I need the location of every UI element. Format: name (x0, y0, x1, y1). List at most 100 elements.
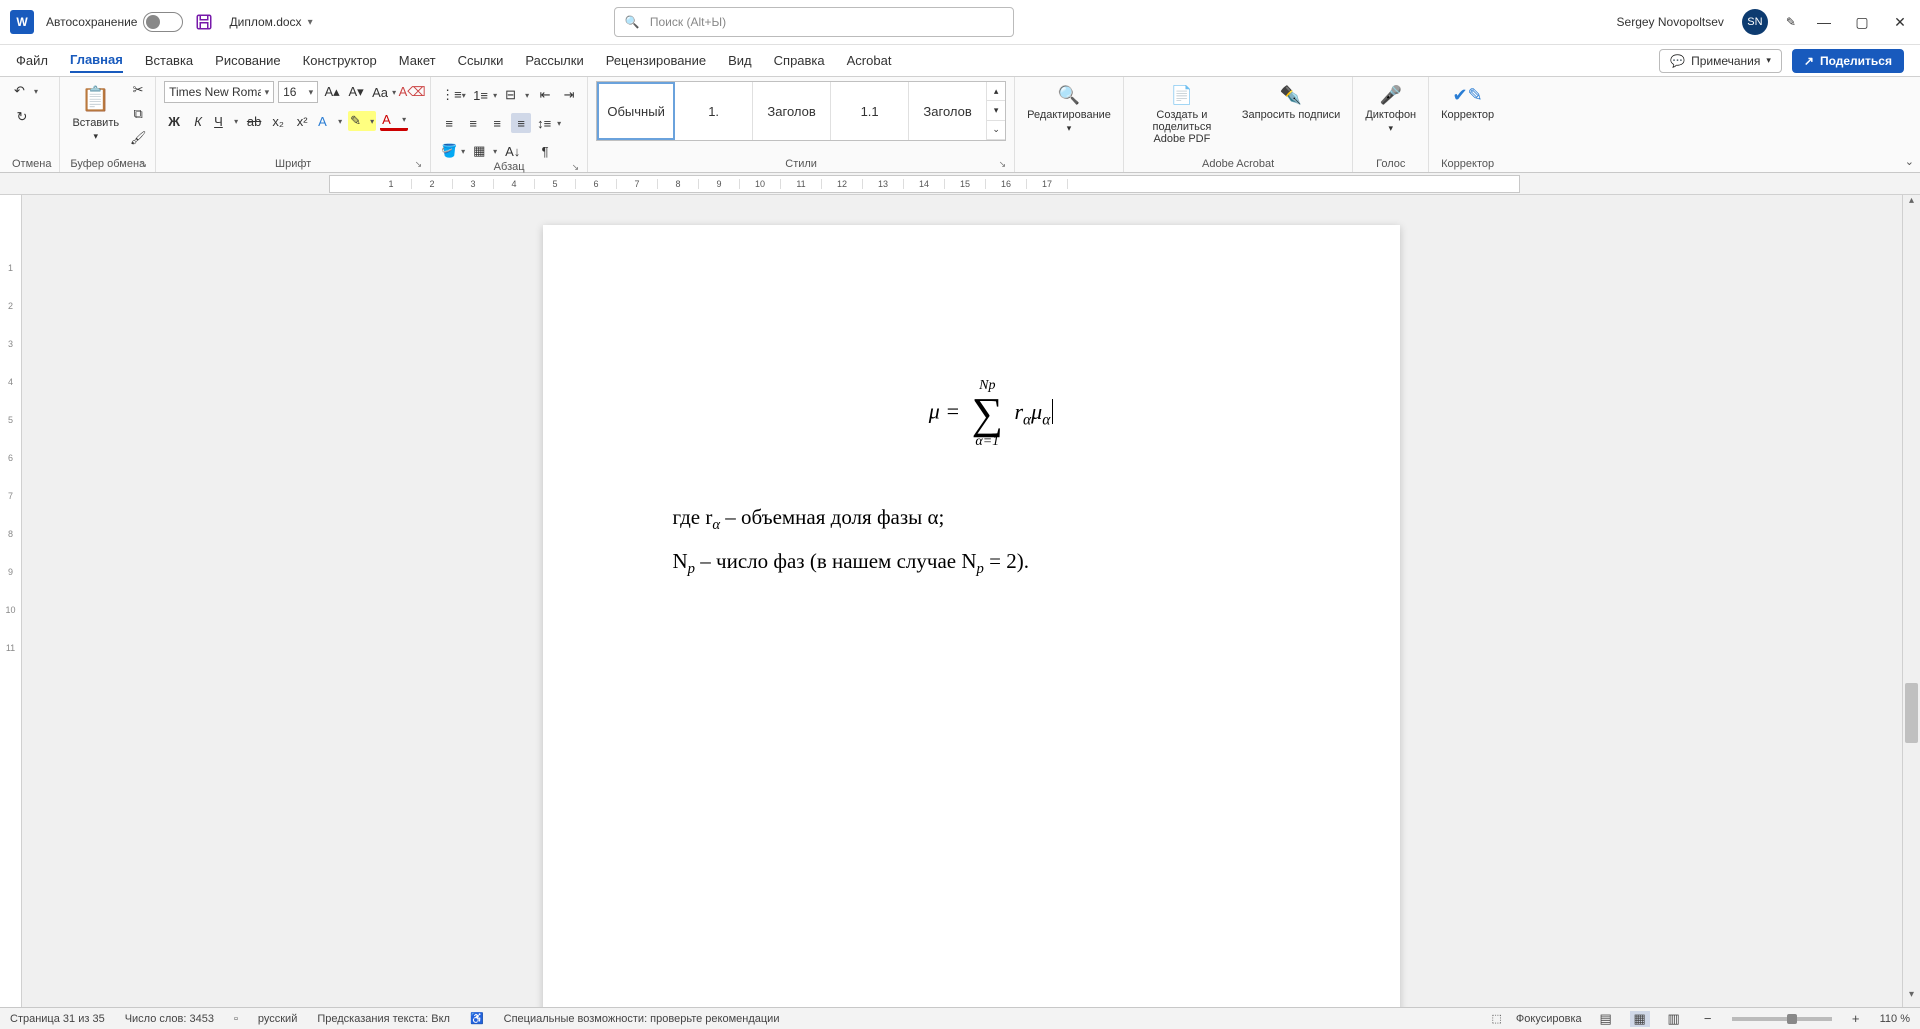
autosave-toggle[interactable] (143, 12, 183, 32)
strikethrough-button[interactable]: ab (244, 111, 264, 131)
status-accessibility[interactable]: Специальные возможности: проверьте реком… (504, 1013, 780, 1025)
view-read-button[interactable]: ▤ (1596, 1011, 1616, 1027)
justify-button[interactable]: ≡ (511, 113, 531, 133)
underline-button[interactable]: Ч▾ (212, 111, 240, 131)
scroll-down-button[interactable]: ▾ (1903, 989, 1920, 1007)
styles-down-button[interactable]: ▾ (987, 101, 1005, 120)
maximize-button[interactable]: ▢ (1852, 14, 1872, 31)
align-right-button[interactable]: ≡ (487, 113, 507, 133)
status-zoom[interactable]: 110 % (1880, 1013, 1910, 1025)
tab-help[interactable]: Справка (774, 49, 825, 72)
editing-button[interactable]: 🔍 Редактирование ▾ (1023, 81, 1115, 136)
coming-soon-icon[interactable]: ✎ (1786, 15, 1796, 29)
equation[interactable]: μ = Np ∑ α=1 rαμα (673, 375, 1310, 452)
user-name[interactable]: Sergey Novopoltsev (1617, 15, 1724, 29)
zoom-in-button[interactable]: + (1846, 1011, 1866, 1026)
styles-more-button[interactable]: ⌄ (987, 121, 1005, 140)
redo-button[interactable]: ↻ (12, 107, 32, 127)
tab-insert[interactable]: Вставка (145, 49, 193, 72)
tab-view[interactable]: Вид (728, 49, 752, 72)
tab-file[interactable]: Файл (16, 49, 48, 72)
document-canvas[interactable]: μ = Np ∑ α=1 rαμα где rα – объемная доля… (22, 195, 1920, 1007)
cut-button[interactable]: ✂ (129, 81, 147, 99)
italic-button[interactable]: К (188, 111, 208, 131)
status-page[interactable]: Страница 31 из 35 (10, 1013, 105, 1025)
horizontal-ruler[interactable]: 1234 56789 1011121314 151617 (329, 175, 1520, 193)
bullets-button[interactable]: ⋮≡▾ (439, 85, 467, 105)
dialog-launcher-icon[interactable]: ↘ (999, 159, 1007, 170)
align-left-button[interactable]: ≡ (439, 113, 459, 133)
status-focus[interactable]: Фокусировка (1516, 1013, 1582, 1025)
tab-review[interactable]: Рецензирование (606, 49, 706, 72)
status-language[interactable]: русский (258, 1013, 297, 1025)
scroll-thumb[interactable] (1905, 683, 1918, 743)
user-avatar[interactable]: SN (1742, 9, 1768, 35)
document-name[interactable]: Диплом.docx ▾ (229, 15, 312, 29)
tab-acrobat[interactable]: Acrobat (847, 49, 892, 72)
style-heading2-num[interactable]: 1.1 (831, 82, 909, 140)
style-normal[interactable]: Обычный (597, 82, 675, 140)
adobe-create-button[interactable]: 📄 Создать и поделиться Adobe PDF (1132, 81, 1232, 147)
corrector-button[interactable]: ✔✎ Корректор (1437, 81, 1498, 123)
increase-indent-button[interactable]: ⇥ (559, 85, 579, 105)
style-heading2[interactable]: Заголов (909, 82, 987, 140)
paragraph-2[interactable]: Np – число фаз (в нашем случае Np = 2). (673, 546, 1310, 580)
show-marks-button[interactable]: ¶ (535, 141, 555, 161)
tab-home[interactable]: Главная (70, 48, 123, 73)
zoom-slider[interactable] (1732, 1017, 1832, 1021)
font-color-button[interactable]: A▾ (380, 111, 408, 131)
search-input[interactable]: 🔍 Поиск (Alt+Ы) (614, 7, 1014, 37)
clear-formatting-button[interactable]: A⌫ (402, 82, 422, 102)
paste-button[interactable]: 📋 Вставить ▾ (68, 81, 123, 144)
dialog-launcher-icon[interactable]: ↘ (140, 159, 148, 170)
style-heading1[interactable]: Заголов (753, 82, 831, 140)
status-predictions[interactable]: Предсказания текста: Вкл (317, 1013, 450, 1025)
change-case-button[interactable]: Aa▾ (370, 82, 398, 102)
tab-draw[interactable]: Рисование (215, 49, 280, 72)
share-button[interactable]: ↗ Поделиться (1792, 49, 1904, 73)
highlight-button[interactable]: ✎▾ (348, 111, 376, 131)
minimize-button[interactable]: — (1814, 14, 1834, 30)
zoom-out-button[interactable]: − (1698, 1011, 1718, 1026)
tab-design[interactable]: Конструктор (303, 49, 377, 72)
sort-button[interactable]: A↓ (503, 141, 531, 161)
style-heading1-num[interactable]: 1. (675, 82, 753, 140)
copy-button[interactable]: ⧉ (129, 105, 147, 123)
tab-mailings[interactable]: Рассылки (525, 49, 583, 72)
spellcheck-icon[interactable]: ▫ (234, 1013, 238, 1025)
shading-button[interactable]: 🪣▾ (439, 141, 467, 161)
subscript-button[interactable]: x₂ (268, 111, 288, 131)
format-painter-button[interactable]: 🖌 (129, 129, 147, 147)
scroll-up-button[interactable]: ▴ (1903, 195, 1920, 213)
line-spacing-button[interactable]: ↕≡▾ (535, 113, 563, 133)
vertical-ruler[interactable]: 1234567891011 (0, 195, 22, 1007)
superscript-button[interactable]: x² (292, 111, 312, 131)
font-name-combo[interactable]: Times New Roman▾ (164, 81, 274, 103)
align-center-button[interactable]: ≡ (463, 113, 483, 133)
undo-button[interactable]: ↶▾ (12, 81, 40, 101)
grow-font-button[interactable]: A▴ (322, 82, 342, 102)
paragraph-1[interactable]: где rα – объемная доля фазы α; (673, 502, 1310, 536)
status-words[interactable]: Число слов: 3453 (125, 1013, 214, 1025)
numbering-button[interactable]: 1≡▾ (471, 85, 499, 105)
tab-references[interactable]: Ссылки (458, 49, 504, 72)
dictation-button[interactable]: 🎤 Диктофон ▾ (1361, 81, 1420, 136)
styles-up-button[interactable]: ▴ (987, 82, 1005, 101)
page[interactable]: μ = Np ∑ α=1 rαμα где rα – объемная доля… (543, 225, 1400, 1007)
close-button[interactable]: ✕ (1890, 14, 1910, 31)
adobe-sign-button[interactable]: ✒️ Запросить подписи (1238, 81, 1344, 123)
collapse-ribbon-button[interactable]: ⌄ (1905, 155, 1914, 168)
borders-button[interactable]: ▦▾ (471, 141, 499, 161)
view-print-button[interactable]: ▦ (1630, 1011, 1650, 1027)
decrease-indent-button[interactable]: ⇤ (535, 85, 555, 105)
view-web-button[interactable]: ▥ (1664, 1011, 1684, 1027)
comments-button[interactable]: 💬 Примечания ▾ (1659, 49, 1782, 73)
text-effects-button[interactable]: A▾ (316, 111, 344, 131)
shrink-font-button[interactable]: A▾ (346, 82, 366, 102)
dialog-launcher-icon[interactable]: ↘ (415, 159, 423, 170)
save-icon[interactable] (195, 13, 213, 31)
bold-button[interactable]: Ж (164, 111, 184, 131)
vertical-scrollbar[interactable]: ▴ ▾ (1902, 195, 1920, 1007)
font-size-combo[interactable]: 16▾ (278, 81, 318, 103)
tab-layout[interactable]: Макет (399, 49, 436, 72)
